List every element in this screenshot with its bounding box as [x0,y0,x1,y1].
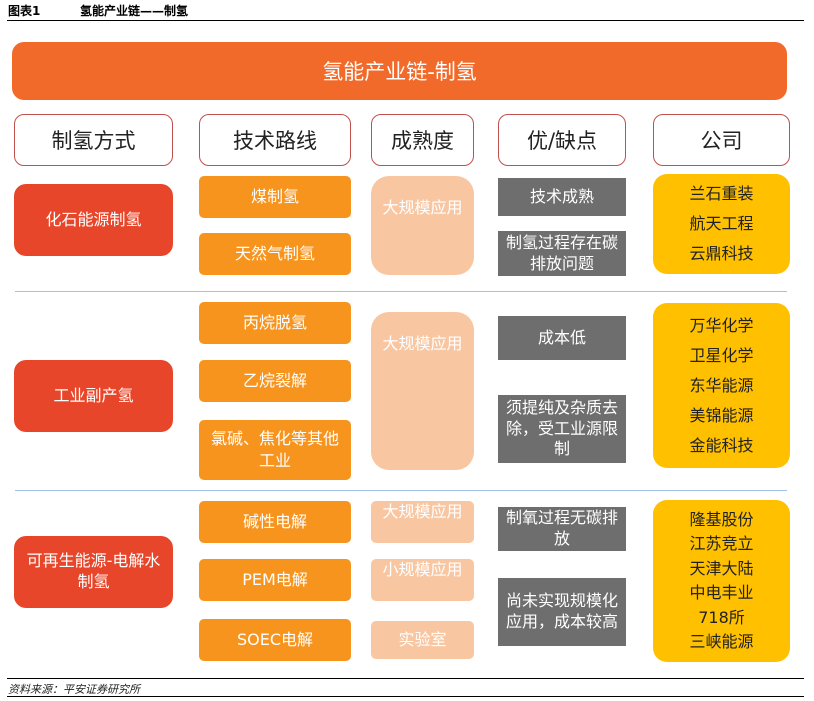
con-renewable: 尚未实现规模化应用，成本较高 [498,578,626,646]
company-name: 航天工程 [689,214,754,233]
maturity-industrial: 大规模应用 [371,312,474,470]
company-name: 三峡能源 [689,632,754,651]
pro-renewable: 制氧过程无碳排放 [498,507,626,551]
company-name: 万华化学 [689,315,754,335]
method-industrial: 工业副产氢 [14,360,173,432]
header-method: 制氢方式 [14,114,173,166]
figure-caption: 氢能产业链——制氢 [80,4,189,18]
company-list-renewable: 隆基股份 江苏竞立 天津大陆 中电丰业 718所 三峡能源 [653,500,790,662]
method-fossil: 化石能源制氢 [14,184,173,256]
company-name: 兰石重装 [689,184,754,203]
header-pros-cons: 优/缺点 [498,114,626,166]
route-soec: SOEC电解 [199,619,351,661]
route-alkaline: 碱性电解 [199,501,351,543]
company-name: 天津大陆 [689,558,754,578]
group-separator [15,291,787,292]
company-name: 东华能源 [689,375,754,395]
route-chlor-alkali: 氯碱、焦化等其他工业 [199,420,351,480]
company-name: 江苏竞立 [689,534,754,553]
source-note: 资料来源：平安证券研究所 [8,683,140,696]
company-name: 卫星化学 [689,345,754,365]
company-name: 美锦能源 [689,405,754,425]
header-maturity: 成熟度 [371,114,474,166]
route-ethane: 乙烷裂解 [199,360,351,402]
con-industrial: 须提纯及杂质去除，受工业源限制 [498,395,626,463]
method-renewable: 可再生能源-电解水制氢 [14,536,173,608]
figure-title: 图表1 氢能产业链——制氢 [8,2,188,19]
maturity-fossil: 大规模应用 [371,176,474,275]
header-company: 公司 [653,114,790,166]
company-name: 隆基股份 [689,509,754,529]
company-list-fossil: 兰石重装 航天工程 云鼎科技 [653,174,790,274]
company-list-industrial: 万华化学 卫星化学 东华能源 美锦能源 金能科技 [653,303,790,468]
con-fossil: 制氢过程存在碳排放问题 [498,231,626,276]
banner: 氢能产业链-制氢 [12,42,787,100]
bottom-rule [7,678,804,679]
pro-fossil: 技术成熟 [498,178,626,216]
company-name: 中电丰业 [689,583,754,602]
pro-industrial: 成本低 [498,316,626,360]
company-name: 金能科技 [689,435,754,455]
figure-label: 图表1 [8,4,41,18]
maturity-alkaline: 大规模应用 [371,501,474,543]
group-separator [15,490,787,491]
company-name: 云鼎科技 [689,244,754,263]
route-pem: PEM电解 [199,559,351,601]
route-natural-gas: 天然气制氢 [199,233,351,275]
maturity-pem: 小规模应用 [371,559,474,601]
company-name: 718所 [698,607,745,627]
route-propane: 丙烷脱氢 [199,302,351,344]
footer-rule [7,696,804,697]
header-route: 技术路线 [199,114,351,166]
top-rule [7,20,804,21]
maturity-soec: 实验室 [371,621,474,659]
route-coal: 煤制氢 [199,176,351,218]
